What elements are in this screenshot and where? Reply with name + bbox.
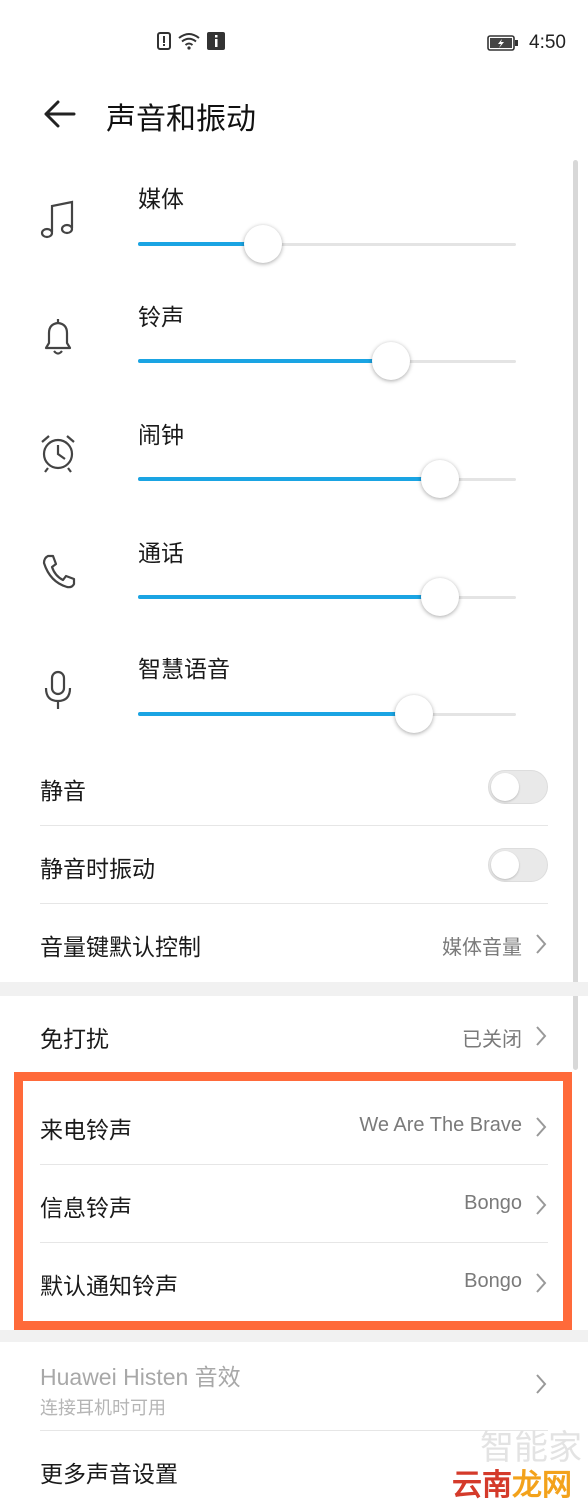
slider-fill — [138, 595, 441, 599]
slider-thumb[interactable] — [421, 460, 460, 498]
volume-label: 通话 — [138, 541, 184, 567]
toggle-knob — [491, 773, 519, 801]
slider-fill — [138, 359, 392, 363]
app-header: 声音和振动 — [0, 80, 588, 152]
info-icon — [207, 32, 225, 50]
back-arrow-icon[interactable] — [40, 94, 80, 134]
status-bar: 4:50 — [0, 0, 588, 80]
watermark-logo: 云南龙网 — [452, 1468, 572, 1503]
more-sound-settings-label: 更多声音设置 — [40, 1462, 178, 1488]
toggle-knob — [491, 851, 519, 879]
volume-key-label: 音量键默认控制 — [40, 935, 201, 961]
volume-slider-ringtone[interactable] — [138, 341, 516, 381]
highlight-box — [14, 1072, 572, 1330]
histen-row: Huawei Histen 音效 连接耳机时可用 — [40, 1342, 548, 1430]
volume-row-ringtone: 铃声 — [0, 298, 588, 416]
histen-label: Huawei Histen 音效 — [40, 1364, 241, 1390]
volume-label: 铃声 — [138, 305, 184, 331]
microphone-icon — [44, 670, 72, 709]
slider-thumb[interactable] — [421, 578, 460, 616]
slider-thumb[interactable] — [394, 695, 433, 733]
section-gap — [0, 982, 588, 996]
volume-slider-call[interactable] — [138, 577, 516, 617]
volume-label: 闹钟 — [138, 423, 184, 449]
dnd-value: 已关闭 — [462, 1029, 522, 1051]
slider-fill — [138, 477, 441, 481]
volume-key-row[interactable]: 音量键默认控制 媒体音量 — [40, 904, 548, 982]
mute-toggle[interactable] — [488, 770, 548, 804]
slider-fill — [138, 712, 414, 716]
vibrate-on-mute-toggle[interactable] — [488, 848, 548, 882]
volume-label: 媒体 — [138, 187, 184, 213]
battery-charging-icon — [487, 35, 519, 51]
status-time: 4:50 — [529, 32, 566, 53]
histen-subtitle: 连接耳机时可用 — [40, 1398, 166, 1419]
music-note-icon — [40, 200, 74, 239]
status-icons-right: 4:50 — [487, 32, 566, 54]
chevron-right-icon — [536, 1026, 547, 1046]
volume-label: 智慧语音 — [138, 657, 230, 683]
sim-alert-icon — [157, 32, 171, 50]
slider-thumb[interactable] — [243, 225, 282, 263]
volume-row-alarm: 闹钟 — [0, 416, 588, 534]
section-gap — [0, 1330, 588, 1342]
dnd-label: 免打扰 — [40, 1027, 109, 1053]
slider-thumb[interactable] — [372, 342, 411, 380]
mute-label: 静音 — [40, 779, 86, 805]
alarm-clock-icon — [41, 435, 75, 473]
chevron-right-icon — [536, 934, 547, 954]
volume-row-call: 通话 — [0, 534, 588, 652]
chevron-right-icon — [536, 1374, 547, 1394]
page-title: 声音和振动 — [106, 102, 256, 137]
volume-slider-alarm[interactable] — [138, 459, 516, 499]
wifi-icon — [178, 33, 200, 50]
bell-icon — [44, 319, 72, 355]
mute-row[interactable]: 静音 — [40, 748, 548, 826]
vibrate-on-mute-label: 静音时振动 — [40, 857, 155, 883]
volume-slider-smart-voice[interactable] — [138, 694, 516, 734]
volume-slider-media[interactable] — [138, 224, 516, 264]
phone-icon — [42, 554, 76, 589]
volume-key-value: 媒体音量 — [442, 937, 522, 959]
status-icons-left — [157, 32, 225, 50]
vibrate-on-mute-row[interactable]: 静音时振动 — [40, 826, 548, 904]
volume-row-media: 媒体 — [0, 180, 588, 298]
dnd-row[interactable]: 免打扰 已关闭 — [40, 996, 548, 1074]
